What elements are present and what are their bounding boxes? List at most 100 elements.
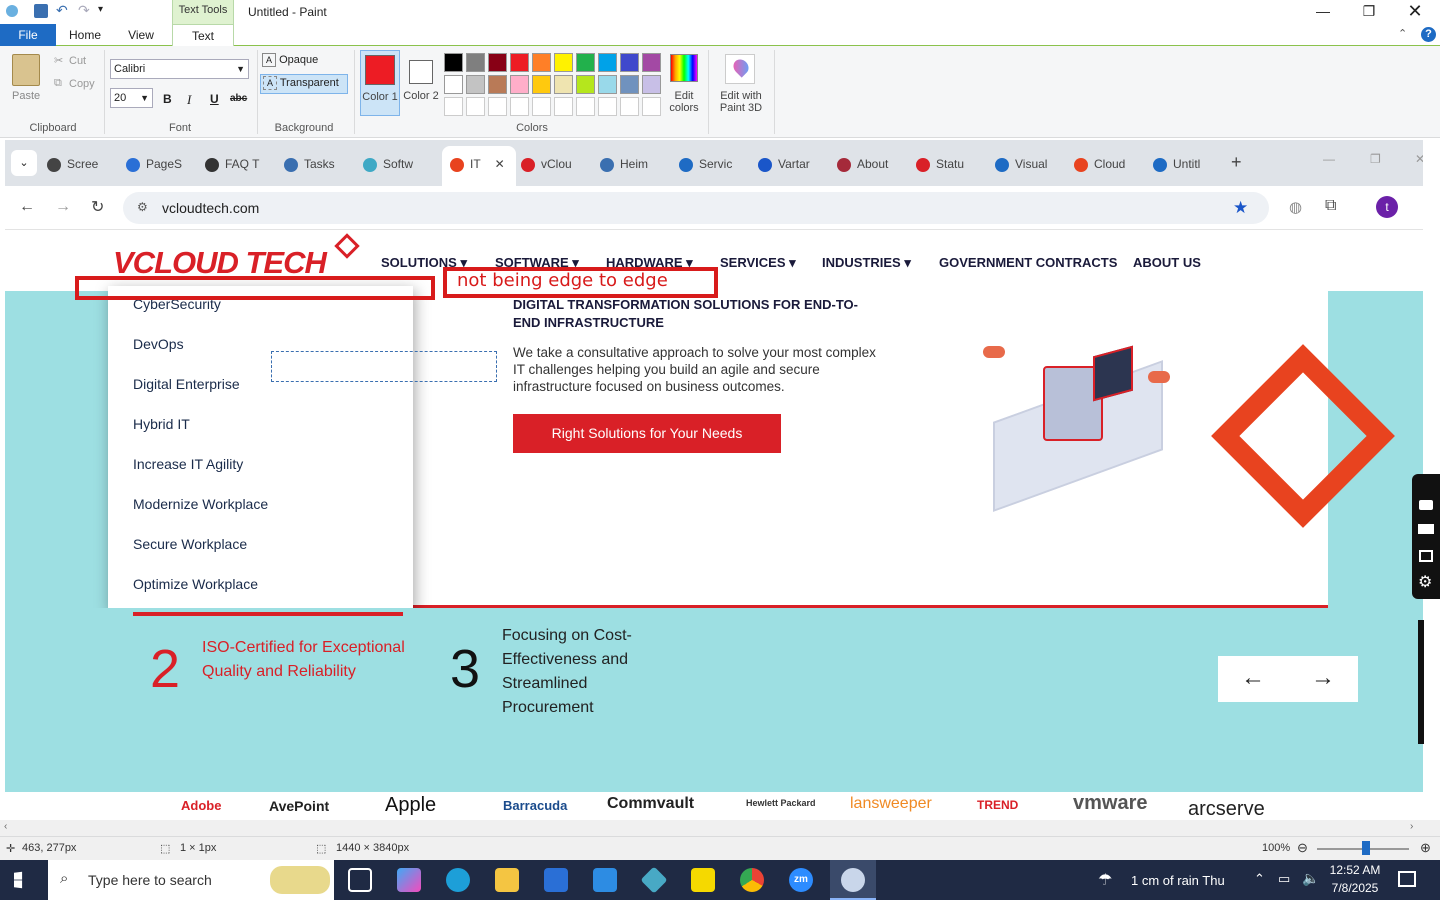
address-bar[interactable]: ⚙ vcloudtech.com ★	[123, 192, 1269, 224]
back-icon[interactable]: ←	[19, 198, 35, 216]
paint3d-icon[interactable]	[725, 54, 755, 84]
canvas-image[interactable]: ⌄ Scree PageS FAQ T Tasks Softw IT ✕ vClou Heim S…	[5, 140, 1423, 820]
palette-swatch[interactable]	[444, 75, 463, 94]
settings-gear-icon[interactable]: ⚙	[1418, 572, 1432, 592]
notification-icon[interactable]	[1398, 871, 1416, 887]
transparent-button[interactable]: A Transparent	[260, 74, 348, 94]
forward-icon[interactable]: →	[55, 198, 71, 216]
palette-swatch[interactable]	[466, 53, 485, 72]
site-info-icon[interactable]: ⚙	[137, 200, 148, 214]
palette-swatch[interactable]	[576, 75, 595, 94]
prev-arrow-button[interactable]: ←	[1218, 656, 1288, 702]
paste-icon[interactable]	[12, 54, 40, 86]
palette-swatch[interactable]	[642, 53, 661, 72]
browser-tab[interactable]: Vartar	[758, 152, 828, 176]
horizontal-scrollbar[interactable]: ‹ ›	[0, 820, 1440, 836]
palette-swatch[interactable]	[620, 97, 639, 116]
copy-button[interactable]: Copy	[69, 78, 95, 90]
dropdown-item-devops[interactable]: DevOps	[133, 336, 184, 352]
hero-cta-button[interactable]: Right Solutions for Your Needs	[513, 414, 781, 453]
tab-close-icon[interactable]: ✕	[495, 157, 505, 171]
palette-swatch[interactable]	[466, 75, 485, 94]
cut-button[interactable]: Cut	[69, 55, 86, 67]
dropdown-item-digital-enterprise[interactable]: Digital Enterprise	[133, 376, 240, 392]
mail-icon[interactable]	[593, 868, 617, 892]
chrome-icon[interactable]	[740, 868, 764, 892]
minimize-button[interactable]: —	[1300, 0, 1346, 24]
redo-icon[interactable]: ↷	[78, 2, 90, 19]
browser-tab[interactable]: Cloud	[1074, 152, 1144, 176]
menu-icon[interactable]: ⋮	[1417, 197, 1423, 215]
dropdown-item-optimize-workplace[interactable]: Optimize Workplace	[133, 576, 258, 592]
dropdown-item-hybrid-it[interactable]: Hybrid IT	[133, 416, 190, 432]
tab-search-icon[interactable]: ⌄	[11, 150, 37, 176]
annotation-box-left[interactable]	[75, 276, 435, 300]
nav-about-us[interactable]: ABOUT US	[1133, 255, 1201, 270]
browser-minimize-icon[interactable]: —	[1323, 152, 1335, 166]
extensions-icon[interactable]: ⧉	[1325, 197, 1336, 215]
camera-icon[interactable]	[1419, 500, 1433, 510]
browser-tab[interactable]: Tasks	[284, 152, 354, 176]
palette-swatch[interactable]	[488, 75, 507, 94]
browser-tab[interactable]: Softw	[363, 152, 433, 176]
clock-date[interactable]: 7/8/2025	[1329, 881, 1381, 895]
network-icon[interactable]: ▭	[1278, 871, 1290, 887]
palette-swatch[interactable]	[532, 97, 551, 116]
opaque-button[interactable]: A Opaque	[262, 53, 352, 71]
paint-taskbar-button[interactable]	[830, 860, 876, 900]
tray-overflow-icon[interactable]: ⌃	[1254, 871, 1265, 887]
browser-tab[interactable]: FAQ T	[205, 152, 275, 176]
edit-with-paint3d-button[interactable]: Edit with Paint 3D	[712, 90, 770, 114]
palette-swatch[interactable]	[510, 75, 529, 94]
taskbar-search-box[interactable]: ⌕ Type here to search	[48, 860, 334, 900]
window-icon[interactable]	[1419, 550, 1433, 562]
close-button[interactable]: ✕	[1392, 0, 1438, 24]
browser-tab[interactable]: About	[837, 152, 907, 176]
palette-swatch[interactable]	[444, 53, 463, 72]
browser-close-icon[interactable]: ✕	[1415, 152, 1423, 166]
zoom-out-icon[interactable]: ⊖	[1297, 840, 1308, 856]
color2-button[interactable]: Color 2	[402, 50, 442, 116]
save-icon[interactable]	[34, 4, 48, 18]
font-size-select[interactable]: 20 ▼	[110, 88, 153, 108]
task-view-icon[interactable]	[348, 868, 372, 892]
tab-view[interactable]: View	[118, 24, 164, 46]
palette-swatch[interactable]	[620, 75, 639, 94]
bold-button[interactable]: B	[163, 92, 172, 106]
volume-icon[interactable]: 🔈	[1302, 870, 1319, 887]
nav-industries[interactable]: INDUSTRIES ▾	[822, 255, 911, 271]
italic-button[interactable]: I	[187, 92, 191, 108]
nav-government-contracts[interactable]: GOVERNMENT CONTRACTS	[939, 255, 1117, 270]
copilot-icon[interactable]	[397, 868, 421, 892]
browser-tab[interactable]: PageS	[126, 152, 196, 176]
dropdown-item-modernize-workplace[interactable]: Modernize Workplace	[133, 496, 268, 512]
app-icon[interactable]	[640, 866, 668, 894]
browser-tab[interactable]: Scree	[47, 152, 117, 176]
translate-icon[interactable]: ◍	[1289, 198, 1302, 216]
text-selection-box[interactable]	[271, 351, 497, 382]
zoom-app-icon[interactable]: zm	[789, 868, 813, 892]
weather-text[interactable]: 1 cm of rain Thu	[1131, 873, 1225, 888]
nav-services[interactable]: SERVICES ▾	[720, 255, 796, 271]
palette-swatch[interactable]	[466, 97, 485, 116]
palette-swatch[interactable]	[488, 53, 507, 72]
browser-restore-icon[interactable]: ❐	[1370, 152, 1381, 166]
weather-rain-icon[interactable]: ☂	[1098, 870, 1112, 890]
profile-avatar[interactable]: t	[1376, 196, 1398, 218]
edge-icon[interactable]	[446, 868, 470, 892]
store-icon[interactable]	[544, 868, 568, 892]
palette-swatch[interactable]	[554, 53, 573, 72]
font-family-select[interactable]: Calibri ▼	[110, 59, 249, 79]
edit-colors-button[interactable]: Edit colors	[666, 90, 702, 114]
palette-swatch[interactable]	[620, 53, 639, 72]
palette-swatch[interactable]	[598, 53, 617, 72]
palette-swatch[interactable]	[444, 97, 463, 116]
palette-swatch[interactable]	[532, 53, 551, 72]
browser-tab[interactable]: Servic	[679, 152, 749, 176]
collapse-ribbon-icon[interactable]: ⌃	[1398, 27, 1407, 40]
palette-swatch[interactable]	[642, 97, 661, 116]
dropdown-item-secure-workplace[interactable]: Secure Workplace	[133, 536, 247, 552]
palette-swatch[interactable]	[576, 97, 595, 116]
browser-tab[interactable]: vClou	[521, 152, 591, 176]
palette-swatch[interactable]	[488, 97, 507, 116]
